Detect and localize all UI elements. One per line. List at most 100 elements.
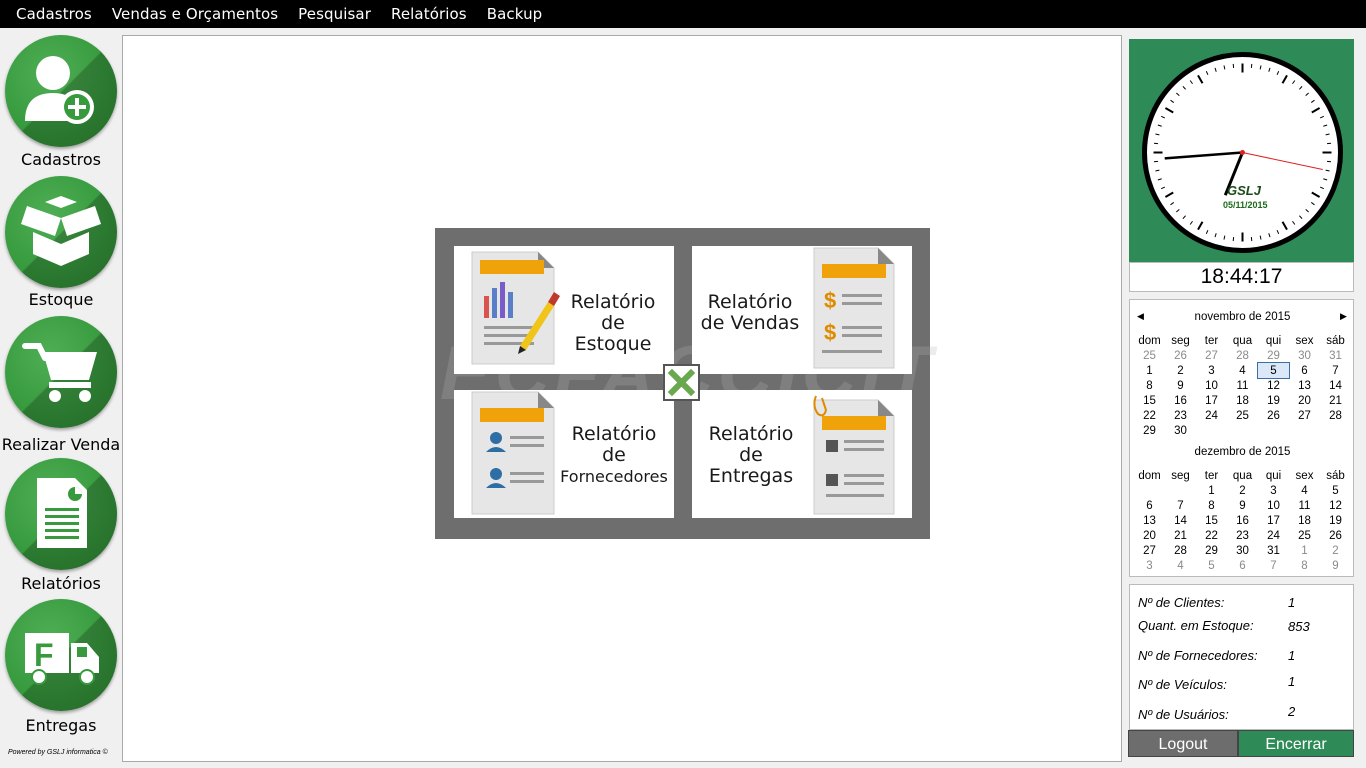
calendar-day[interactable]: 28 (1165, 543, 1196, 558)
calendar-day[interactable]: 9 (1320, 558, 1351, 573)
calendar-day[interactable]: 11 (1227, 378, 1258, 393)
tile-relatorio-entregas[interactable]: Relatório de Entregas (692, 390, 912, 518)
calendar-day[interactable]: 31 (1320, 348, 1351, 363)
analog-clock: GSLJ 05/11/2015 (1142, 52, 1343, 253)
calendar-day[interactable]: 31 (1258, 543, 1289, 558)
menu-pesquisar[interactable]: Pesquisar (288, 5, 381, 23)
calendar-day[interactable]: 3 (1258, 483, 1289, 498)
calendar-day[interactable]: 23 (1227, 528, 1258, 543)
menu-relatorios[interactable]: Relatórios (381, 5, 477, 23)
calendar-day[interactable]: 15 (1134, 393, 1165, 408)
calendar-day[interactable]: 28 (1227, 348, 1258, 363)
stat-value: 2 (1288, 704, 1296, 719)
calendar-day[interactable]: 6 (1134, 498, 1165, 513)
calendar-day[interactable]: 29 (1134, 423, 1165, 438)
calendar-day[interactable]: 5 (1257, 362, 1290, 379)
tile-relatorio-vendas[interactable]: Relatório de Vendas $ $ (692, 246, 912, 374)
calendar-day[interactable]: 5 (1320, 483, 1351, 498)
calendar-day[interactable]: 20 (1289, 393, 1320, 408)
calendar-day[interactable]: 8 (1289, 558, 1320, 573)
calendar-day[interactable]: 25 (1289, 528, 1320, 543)
calendar-day[interactable]: 30 (1227, 543, 1258, 558)
sidebar-item-cadastros[interactable] (5, 35, 117, 147)
calendar-day[interactable]: 17 (1258, 513, 1289, 528)
calendar-day[interactable]: 6 (1227, 558, 1258, 573)
calendar-day[interactable]: 8 (1196, 498, 1227, 513)
calendar-day[interactable]: 5 (1196, 558, 1227, 573)
calendar-day[interactable]: 8 (1134, 378, 1165, 393)
calendar-day[interactable]: 24 (1258, 528, 1289, 543)
calendar-day[interactable]: 3 (1196, 363, 1227, 378)
calendar-day[interactable]: 24 (1196, 408, 1227, 423)
menu-vendas-orcamentos[interactable]: Vendas e Orçamentos (102, 5, 288, 23)
calendar-day[interactable]: 9 (1227, 498, 1258, 513)
clock-tick (1299, 215, 1303, 219)
tile-relatorio-fornecedores[interactable]: Relatório de Fornecedores (454, 390, 674, 518)
calendar-day[interactable]: 16 (1165, 393, 1196, 408)
calendar-day[interactable]: 25 (1134, 348, 1165, 363)
calendar-day[interactable]: 1 (1134, 363, 1165, 378)
calendar-day[interactable]: 3 (1134, 558, 1165, 573)
calendar-day[interactable]: 16 (1227, 513, 1258, 528)
calendar-day[interactable]: 4 (1165, 558, 1196, 573)
calendar-day[interactable]: 1 (1289, 543, 1320, 558)
logout-button[interactable]: Logout (1128, 730, 1238, 757)
calendar-day[interactable]: 15 (1196, 513, 1227, 528)
calendar-day[interactable]: 7 (1320, 363, 1351, 378)
menu-backup[interactable]: Backup (477, 5, 553, 23)
calendar-day[interactable]: 19 (1258, 393, 1289, 408)
calendar-day[interactable]: 19 (1320, 513, 1351, 528)
sidebar-item-realizar-venda[interactable] (5, 316, 117, 428)
calendar-day[interactable]: 23 (1165, 408, 1196, 423)
clock-tick (1157, 178, 1162, 181)
sidebar-item-relatorios[interactable] (5, 458, 117, 570)
calendar-day[interactable]: 12 (1258, 378, 1289, 393)
calendar-day[interactable]: 11 (1289, 498, 1320, 513)
clock-tick (1170, 202, 1175, 206)
calendar-day[interactable]: 30 (1289, 348, 1320, 363)
calendar-day[interactable]: 29 (1196, 543, 1227, 558)
close-reports-button[interactable] (663, 364, 700, 401)
calendar-day[interactable]: 18 (1289, 513, 1320, 528)
calendar-day[interactable]: 26 (1165, 348, 1196, 363)
calendar-day[interactable]: 21 (1320, 393, 1351, 408)
calendar-day[interactable]: 4 (1227, 363, 1258, 378)
calendar-day[interactable]: 7 (1258, 558, 1289, 573)
calendar-day[interactable]: 30 (1165, 423, 1196, 438)
calendar-day[interactable]: 21 (1165, 528, 1196, 543)
calendar-day[interactable]: 26 (1320, 528, 1351, 543)
calendar-day[interactable]: 27 (1196, 348, 1227, 363)
calendar-day[interactable]: 7 (1165, 498, 1196, 513)
calendar-day[interactable]: 14 (1320, 378, 1351, 393)
calendar-day[interactable]: 13 (1289, 378, 1320, 393)
calendar-day[interactable]: 13 (1134, 513, 1165, 528)
calendar-day[interactable]: 2 (1320, 543, 1351, 558)
calendar-day[interactable]: 27 (1289, 408, 1320, 423)
calendar-day[interactable]: 22 (1196, 528, 1227, 543)
calendar-day[interactable]: 4 (1289, 483, 1320, 498)
calendar-day[interactable]: 18 (1227, 393, 1258, 408)
encerrar-button[interactable]: Encerrar (1238, 730, 1354, 757)
calendar-day[interactable]: 22 (1134, 408, 1165, 423)
calendar-day[interactable]: 25 (1227, 408, 1258, 423)
tile-relatorio-estoque[interactable]: Relatório de Estoque (454, 246, 674, 374)
menu-cadastros[interactable]: Cadastros (6, 5, 102, 23)
calendar-day[interactable]: 10 (1196, 378, 1227, 393)
calendar-day[interactable]: 20 (1134, 528, 1165, 543)
calendar-day[interactable]: 26 (1258, 408, 1289, 423)
clock-tick (1310, 99, 1315, 103)
calendar-day[interactable]: 1 (1196, 483, 1227, 498)
calendar-day[interactable]: 10 (1258, 498, 1289, 513)
calendar-day[interactable]: 28 (1320, 408, 1351, 423)
calendar-day[interactable]: 27 (1134, 543, 1165, 558)
calendar-day[interactable]: 2 (1227, 483, 1258, 498)
calendar-day[interactable]: 9 (1165, 378, 1196, 393)
calendar-day[interactable]: 17 (1196, 393, 1227, 408)
calendar-day[interactable]: 6 (1289, 363, 1320, 378)
calendar-day[interactable]: 12 (1320, 498, 1351, 513)
calendar-day[interactable]: 14 (1165, 513, 1196, 528)
sidebar-item-estoque[interactable] (5, 176, 117, 288)
sidebar-item-entregas[interactable]: F (5, 599, 117, 711)
calendar-day[interactable]: 29 (1258, 348, 1289, 363)
calendar-day[interactable]: 2 (1165, 363, 1196, 378)
